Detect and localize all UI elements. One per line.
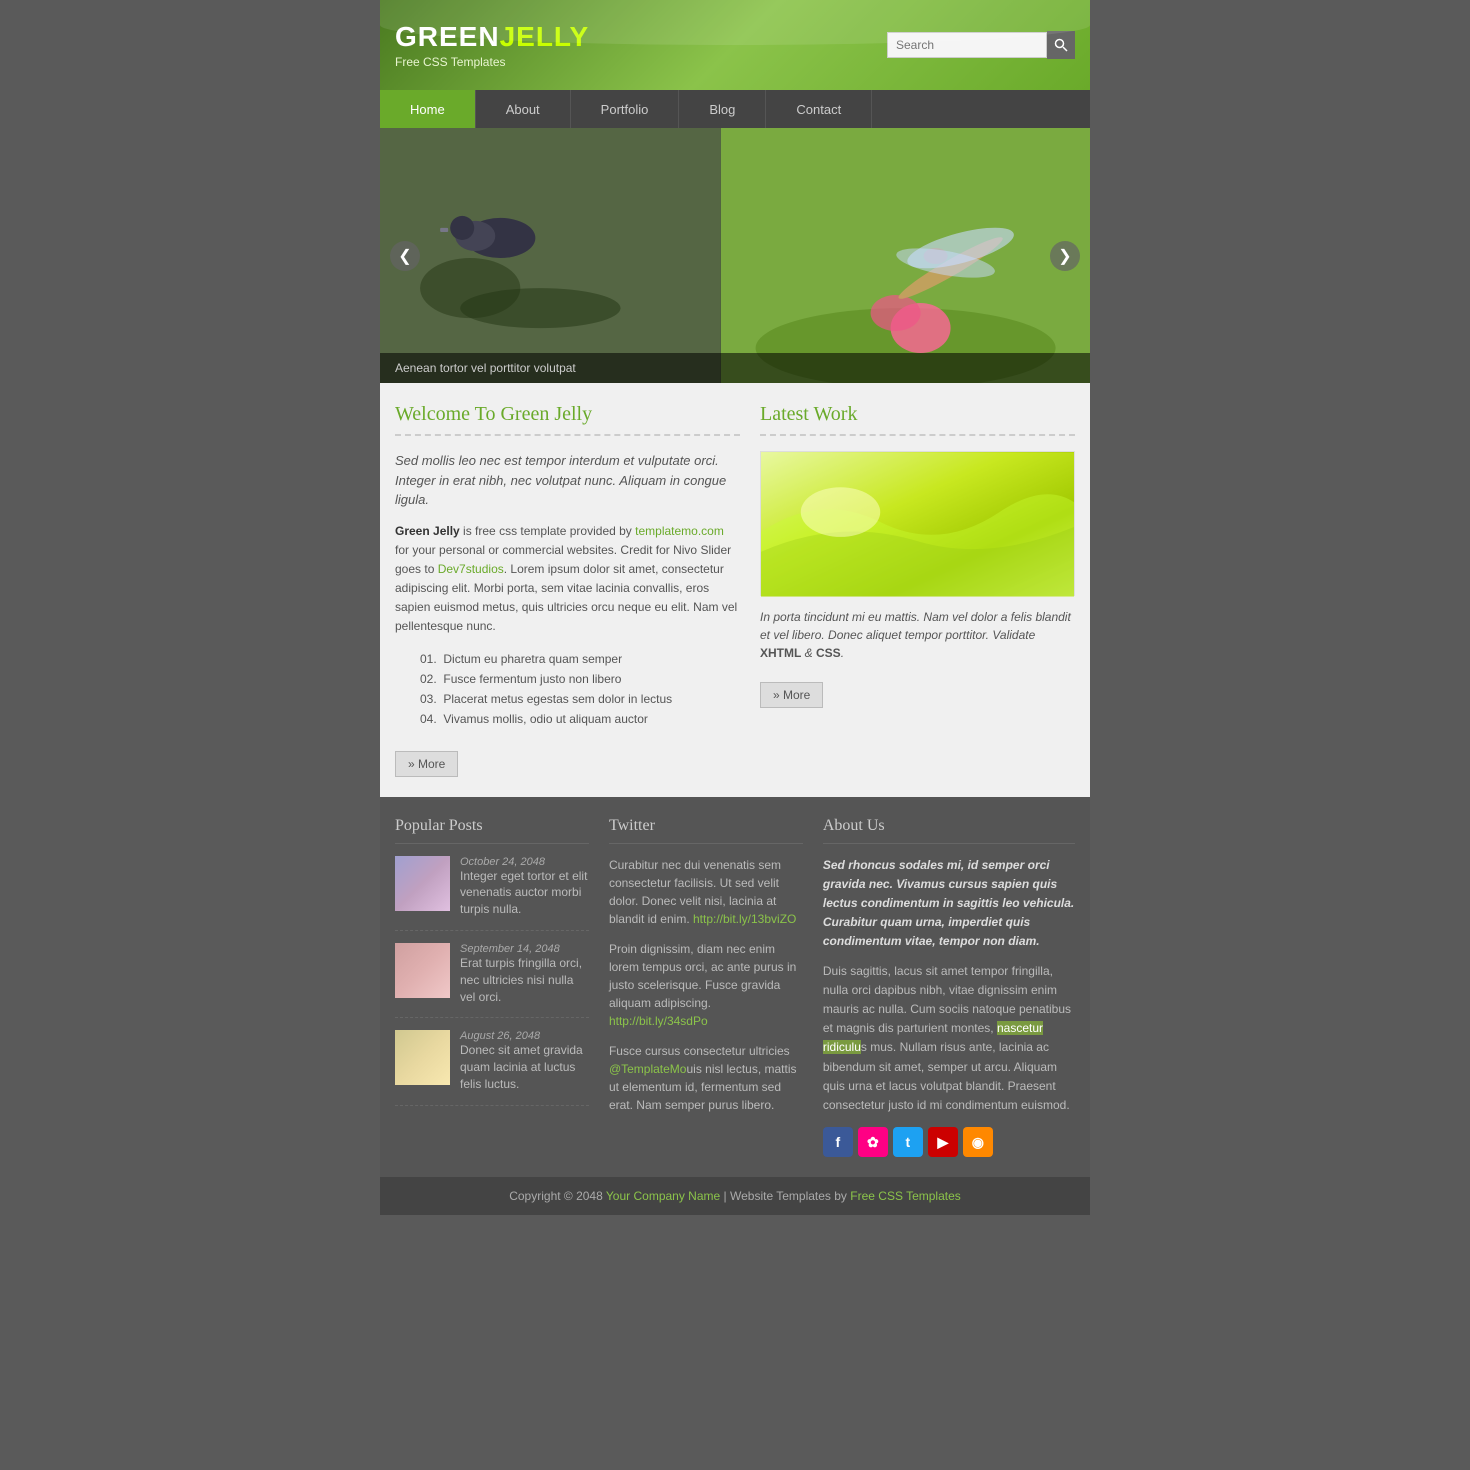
twitter-section: Twitter Curabitur nec dui venenatis sem … <box>609 817 803 1157</box>
post-content: October 24, 2048 Integer eget tortor et … <box>460 856 589 918</box>
about-para-2: Duis sagittis, lacus sit amet tempor fri… <box>823 962 1075 1116</box>
post-item: October 24, 2048 Integer eget tortor et … <box>395 856 589 931</box>
nav-about[interactable]: About <box>476 90 571 128</box>
post-thumbnail <box>395 856 450 911</box>
nav-blog[interactable]: Blog <box>679 90 766 128</box>
tweet-link-2[interactable]: http://bit.ly/34sdPo <box>609 1014 708 1028</box>
work-image <box>760 451 1075 596</box>
popular-posts-section: Popular Posts October 24, 2048 Integer e… <box>395 817 589 1157</box>
post-content: August 26, 2048 Donec sit amet gravida q… <box>460 1030 589 1092</box>
nav-home[interactable]: Home <box>380 90 476 128</box>
work-more-button[interactable]: » More <box>760 682 823 708</box>
post-thumbnail <box>395 943 450 998</box>
rss-icon[interactable]: ◉ <box>963 1127 993 1157</box>
slider-left-image <box>380 128 721 383</box>
list-item: 03. Placerat metus egestas sem dolor in … <box>395 689 740 709</box>
nav-contact[interactable]: Contact <box>766 90 872 128</box>
search-area <box>887 31 1075 59</box>
logo-sub: Free CSS Templates <box>395 55 589 69</box>
list-item: 02. Fusce fermentum justo non libero <box>395 669 740 689</box>
latest-work-section: Latest Work <box>760 403 1075 777</box>
about-para-1: Sed rhoncus sodales mi, id semper orci g… <box>823 856 1075 952</box>
tweet-link-1[interactable]: http://bit.ly/13bviZO <box>693 912 796 926</box>
about-us-title: About Us <box>823 817 1075 844</box>
latest-work-title: Latest Work <box>760 403 1075 436</box>
nav-portfolio[interactable]: Portfolio <box>571 90 680 128</box>
logo-jelly: JELLY <box>500 21 590 52</box>
search-input[interactable] <box>887 32 1047 58</box>
welcome-more-button[interactable]: » More <box>395 751 458 777</box>
post-item: September 14, 2048 Erat turpis fringilla… <box>395 943 589 1018</box>
content-area: Welcome To Green Jelly Sed mollis leo ne… <box>380 383 1090 797</box>
logo: GREENJELLY Free CSS Templates <box>395 21 589 69</box>
popular-posts-title: Popular Posts <box>395 817 589 844</box>
social-icons: f ✿ t ▶ ◉ <box>823 1127 1075 1157</box>
slider-next-button[interactable]: ❯ <box>1050 241 1080 271</box>
dev7studios-link[interactable]: Dev7studios <box>438 562 504 576</box>
tweet-handle[interactable]: @TemplateMo <box>609 1062 687 1076</box>
templatemo-link[interactable]: templatemo.com <box>635 524 724 538</box>
slider-right-image <box>721 128 1090 383</box>
post-thumbnail <box>395 1030 450 1085</box>
post-date: September 14, 2048 <box>460 943 589 955</box>
welcome-body: Green Jelly is free css template provide… <box>395 522 740 637</box>
logo-text: GREENJELLY <box>395 21 589 53</box>
welcome-list: 01. Dictum eu pharetra quam semper 02. F… <box>395 649 740 729</box>
templates-link[interactable]: Free CSS Templates <box>850 1189 961 1203</box>
about-us-section: About Us Sed rhoncus sodales mi, id semp… <box>823 817 1075 1157</box>
list-item: 01. Dictum eu pharetra quam semper <box>395 649 740 669</box>
tweet-1: Curabitur nec dui venenatis sem consecte… <box>609 856 803 928</box>
twitter-title: Twitter <box>609 817 803 844</box>
post-date: August 26, 2048 <box>460 1030 589 1042</box>
welcome-intro: Sed mollis leo nec est tempor interdum e… <box>395 451 740 510</box>
search-icon <box>1054 38 1068 52</box>
image-slider: ❮ ❯ Aenean tortor vel porttitor volutpat <box>380 128 1090 383</box>
tweet-3: Fusce cursus consectetur ultricies @Temp… <box>609 1042 803 1114</box>
list-item: 04. Vivamus mollis, odio ut aliquam auct… <box>395 709 740 729</box>
work-caption: In porta tincidunt mi eu mattis. Nam vel… <box>760 608 1075 662</box>
navigation: Home About Portfolio Blog Contact <box>380 90 1090 128</box>
post-text: Donec sit amet gravida quam lacinia at l… <box>460 1042 589 1092</box>
post-text: Integer eget tortor et elit venenatis au… <box>460 868 589 918</box>
welcome-title: Welcome To Green Jelly <box>395 403 740 436</box>
post-date: October 24, 2048 <box>460 856 589 868</box>
post-content: September 14, 2048 Erat turpis fringilla… <box>460 943 589 1005</box>
post-text: Erat turpis fringilla orci, nec ultricie… <box>460 955 589 1005</box>
facebook-icon[interactable]: f <box>823 1127 853 1157</box>
post-item: August 26, 2048 Donec sit amet gravida q… <box>395 1030 589 1105</box>
twitter-icon[interactable]: t <box>893 1127 923 1157</box>
slider-caption: Aenean tortor vel porttitor volutpat <box>380 353 1090 383</box>
slider-prev-button[interactable]: ❮ <box>390 241 420 271</box>
site-header: GREENJELLY Free CSS Templates <box>380 0 1090 90</box>
welcome-section: Welcome To Green Jelly Sed mollis leo ne… <box>395 403 740 777</box>
youtube-icon[interactable]: ▶ <box>928 1127 958 1157</box>
footer-bottom: Copyright © 2048 Your Company Name | Web… <box>380 1177 1090 1215</box>
search-button[interactable] <box>1047 31 1075 59</box>
slider-images <box>380 128 1090 383</box>
tweet-2: Proin dignissim, diam nec enim lorem tem… <box>609 940 803 1030</box>
company-link[interactable]: Your Company Name <box>606 1189 720 1203</box>
logo-green: GREEN <box>395 21 500 52</box>
flickr-icon[interactable]: ✿ <box>858 1127 888 1157</box>
footer-top: Popular Posts October 24, 2048 Integer e… <box>380 797 1090 1177</box>
